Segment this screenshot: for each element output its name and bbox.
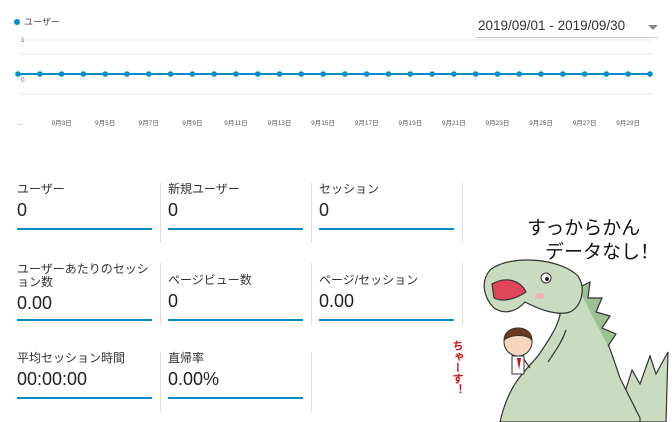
data-point [385, 71, 392, 77]
data-point [429, 71, 435, 77]
divider [160, 352, 161, 412]
metric-value: 0.00% [168, 369, 220, 389]
divider [311, 183, 312, 243]
data-point [363, 71, 370, 77]
legend-label: ユーザー [24, 17, 60, 27]
x-tick-label: 9月3日 [51, 119, 71, 127]
metric-value: 0 [168, 200, 179, 220]
divider [160, 263, 161, 325]
x-tick-label: 9月25日 [529, 119, 553, 127]
metric-pages-per-session[interactable]: ページ/セッション 0.00 [319, 273, 454, 321]
metric-label: 直帰率 [168, 351, 205, 365]
shout-text: ちゃーす！ [451, 340, 463, 395]
divider [160, 183, 161, 243]
x-tick-label: 9月5日 [95, 119, 115, 127]
chart-legend: ユーザー [14, 15, 60, 28]
metric-sparkline-line [17, 228, 152, 230]
data-point [472, 71, 479, 77]
metric-label: セッション [319, 182, 380, 196]
data-point [647, 71, 653, 77]
data-point [451, 71, 457, 77]
metric-label: ユーザー [17, 182, 65, 196]
data-point [560, 71, 566, 77]
data-point [625, 71, 632, 77]
metric-sparkline-line [17, 397, 152, 399]
metric-new-users[interactable]: 新規ユーザー 0 [168, 182, 303, 230]
x-tick-label: 9月7日 [139, 119, 159, 127]
data-point [102, 71, 108, 77]
data-point [15, 71, 21, 77]
metric-sparkline-line [168, 397, 303, 399]
x-tick-label: 9月27日 [573, 119, 597, 127]
metric-pageviews[interactable]: ページビュー数 0 [168, 273, 303, 321]
divider [311, 263, 312, 325]
x-tick-label: 9月15日 [311, 119, 335, 127]
y-tick-label: 1 [21, 37, 25, 44]
users-line-chart: 1 0... 9月3日 9月5日 9月7日 9月9日 9月11日 9月13日 9月15日 9月17… [15, 37, 653, 127]
data-point [581, 71, 588, 77]
data-point [298, 71, 305, 77]
metric-value: 0.00 [319, 291, 355, 311]
metric-label: 平均セッション時間 [17, 351, 126, 365]
metric-sparkline-line [17, 319, 152, 321]
data-point [407, 71, 414, 77]
data-point [145, 71, 152, 77]
metric-sparkline-line [168, 319, 303, 321]
legend-dot-icon [14, 18, 20, 25]
data-point [80, 71, 87, 77]
data-point [124, 71, 130, 77]
divider [462, 263, 463, 325]
data-point [36, 71, 43, 77]
x-tick-label: 9月17日 [355, 119, 379, 127]
metric-label: ページ/セッション [319, 273, 419, 287]
metric-label: ページビュー数 [168, 273, 252, 287]
data-point [276, 71, 283, 77]
speech-text-line1: すっからかん [527, 218, 641, 239]
data-point [538, 71, 544, 77]
data-point [516, 71, 523, 77]
dinosaur-illustration [483, 259, 669, 422]
metric-value: 0 [17, 200, 28, 220]
data-point [320, 71, 326, 77]
metric-sparkline-line [319, 228, 454, 230]
metric-value: 0 [319, 200, 330, 220]
x-tick-label: 9月13日 [268, 119, 292, 127]
y-tick-label: 0 [21, 77, 25, 84]
data-point [603, 71, 610, 77]
metric-value: 0 [168, 291, 179, 311]
x-tick-label: 9月11日 [224, 119, 247, 127]
x-tick-label: ... [18, 120, 24, 127]
metric-sparkline-line [319, 319, 454, 321]
x-tick-label: 9月19日 [398, 119, 422, 127]
x-tick-label: 9月9日 [182, 119, 202, 127]
data-point [233, 71, 239, 77]
metric-users[interactable]: ユーザー 0 [17, 182, 152, 230]
data-point [342, 71, 348, 77]
metric-label: 新規ユーザー [168, 182, 240, 196]
data-point [494, 71, 501, 77]
data-point [189, 71, 196, 77]
data-point [167, 71, 174, 77]
metric-sparkline-line [168, 228, 303, 230]
divider [462, 183, 463, 243]
metric-bounce-rate[interactable]: 直帰率 0.00% [168, 351, 303, 399]
data-point [58, 71, 65, 77]
divider [311, 352, 312, 412]
data-point [211, 71, 217, 77]
metric-label: ユーザーあたりのセッション数 [17, 262, 149, 289]
metric-sessions[interactable]: セッション 0 [319, 182, 454, 230]
metric-avg-session-duration[interactable]: 平均セッション時間 00:00:00 [17, 351, 152, 399]
metric-sessions-per-user[interactable]: ユーザーあたりのセッション数 0.00 [17, 262, 157, 321]
metric-value: 0.00 [17, 293, 53, 313]
x-tick-label: 9月23日 [486, 119, 510, 127]
x-tick-label: 9月21日 [442, 119, 466, 127]
metric-value: 00:00:00 [17, 369, 88, 389]
data-point [254, 71, 261, 77]
x-tick-label: 9月29日 [616, 119, 640, 127]
